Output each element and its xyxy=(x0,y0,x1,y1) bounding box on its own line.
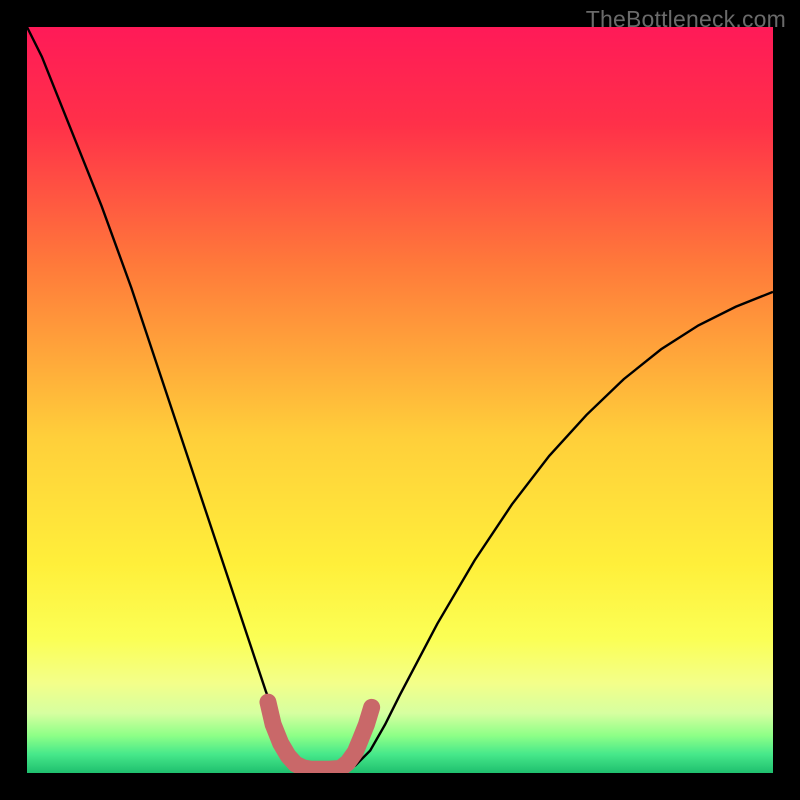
chart-plot-area xyxy=(27,27,773,773)
chart-svg xyxy=(27,27,773,773)
gradient-background xyxy=(27,27,773,773)
watermark-text: TheBottleneck.com xyxy=(586,6,786,33)
